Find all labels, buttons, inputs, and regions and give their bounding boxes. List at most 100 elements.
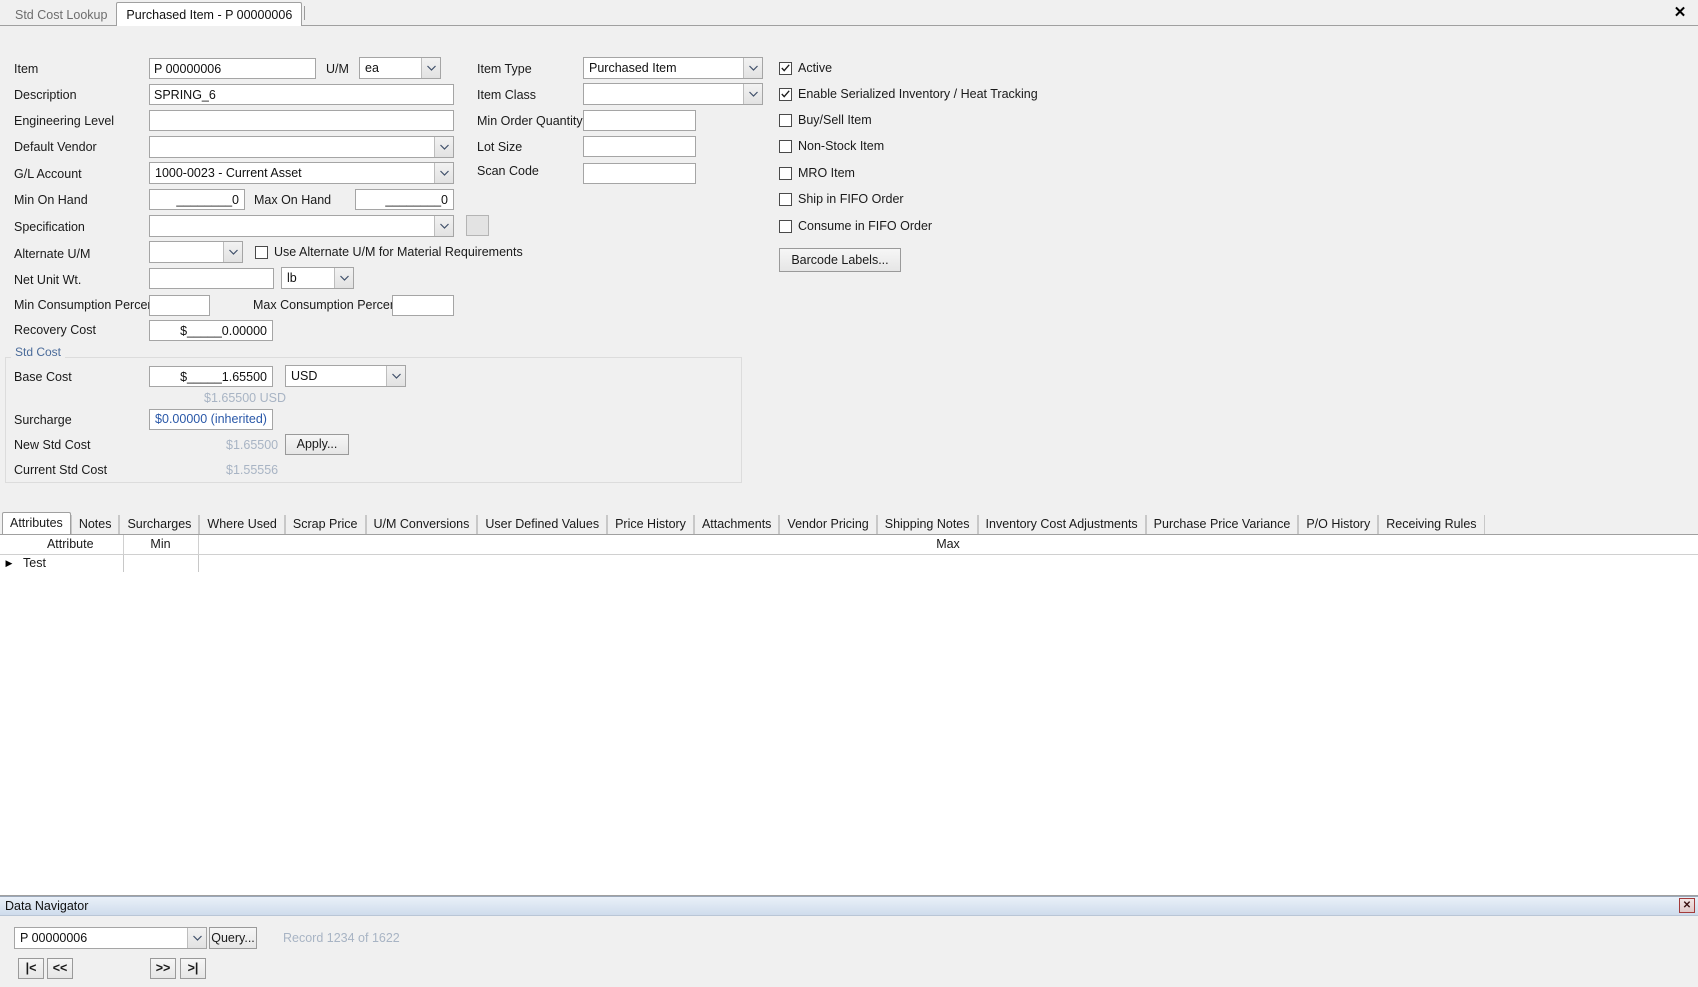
tab-price-history[interactable]: Price History: [607, 515, 694, 534]
max-on-hand-input[interactable]: [355, 189, 454, 210]
tab-where-used[interactable]: Where Used: [199, 515, 285, 534]
specification-lookup-button[interactable]: [466, 215, 489, 236]
previous-record-button[interactable]: <<: [47, 958, 73, 979]
checkbox-ship-in-fifo-order[interactable]: Ship in FIFO Order: [779, 192, 904, 206]
barcode-labels-button[interactable]: Barcode Labels...: [779, 248, 901, 272]
row-indicator-header: [0, 535, 18, 555]
tab-attributes[interactable]: Attributes: [2, 512, 71, 534]
tab-surcharges[interactable]: Surcharges: [119, 515, 200, 534]
item-input[interactable]: [149, 58, 316, 79]
item-type-combo[interactable]: Purchased Item: [583, 57, 763, 79]
checkbox-label: Enable Serialized Inventory / Heat Track…: [798, 87, 1038, 101]
um-combo[interactable]: ea: [359, 57, 441, 79]
close-icon[interactable]: ✕: [1679, 898, 1695, 913]
chevron-down-icon[interactable]: [187, 928, 206, 948]
tab-notes[interactable]: Notes: [70, 515, 120, 534]
application-window: Std Cost Lookup Purchased Item - P 00000…: [0, 0, 1698, 987]
item-class-combo[interactable]: [583, 83, 763, 105]
chevron-down-icon[interactable]: [421, 58, 440, 78]
base-cost-input[interactable]: [149, 366, 273, 387]
current-row-indicator-icon: ▶: [0, 554, 18, 572]
tab-scrap-price[interactable]: Scrap Price: [284, 515, 366, 534]
checkbox-enable-serialized-inventory[interactable]: Enable Serialized Inventory / Heat Track…: [779, 87, 1038, 101]
chevron-down-icon[interactable]: [223, 242, 242, 262]
um-combo-value: ea: [365, 61, 379, 75]
default-vendor-combo-value: [150, 137, 434, 157]
label-lot-size: Lot Size: [477, 140, 523, 154]
tab-po-history[interactable]: P/O History: [1298, 515, 1379, 534]
surcharge-input[interactable]: $0.00000 (inherited): [149, 409, 273, 430]
min-order-quantity-input[interactable]: [583, 110, 696, 131]
cell-max[interactable]: [198, 554, 1698, 572]
first-record-button[interactable]: |<: [18, 958, 44, 979]
column-header-max[interactable]: Max: [198, 535, 1698, 555]
tab-um-conversions[interactable]: U/M Conversions: [365, 515, 478, 534]
apply-button[interactable]: Apply...: [285, 434, 349, 455]
document-tab-purchased-item[interactable]: Purchased Item - P 00000006: [116, 2, 303, 27]
next-record-button[interactable]: >>: [150, 958, 176, 979]
checkbox-box: [779, 192, 792, 206]
detail-tab-strip: Attributes Notes Surcharges Where Used S…: [0, 512, 1698, 534]
attributes-grid[interactable]: Attribute Min Max ▶ Test: [0, 534, 1698, 896]
checkbox-box: [255, 245, 268, 259]
checkbox-label: Use Alternate U/M for Material Requireme…: [274, 245, 523, 259]
specification-combo[interactable]: [149, 215, 454, 237]
tab-shipping-notes[interactable]: Shipping Notes: [876, 515, 978, 534]
table-row[interactable]: ▶ Test: [0, 554, 1698, 572]
chevron-down-icon[interactable]: [334, 268, 353, 288]
max-consumption-percent-input[interactable]: [392, 295, 454, 316]
gl-account-combo[interactable]: 1000-0023 - Current Asset: [149, 162, 454, 184]
close-icon[interactable]: ✕: [1670, 3, 1690, 21]
recovery-cost-input[interactable]: [149, 320, 273, 341]
min-on-hand-input[interactable]: [149, 189, 245, 210]
tab-inventory-cost-adjustments[interactable]: Inventory Cost Adjustments: [977, 515, 1146, 534]
alternate-um-combo[interactable]: [149, 241, 243, 263]
chevron-down-icon[interactable]: [743, 58, 762, 78]
currency-combo[interactable]: USD: [285, 365, 406, 387]
net-unit-wt-uom-combo[interactable]: lb: [281, 267, 354, 289]
chevron-down-icon[interactable]: [743, 84, 762, 104]
last-record-button[interactable]: >|: [180, 958, 206, 979]
description-input[interactable]: [149, 84, 454, 105]
base-cost-converted-value: $1.65500 USD: [204, 391, 287, 405]
checkbox-consume-in-fifo-order[interactable]: Consume in FIFO Order: [779, 219, 932, 233]
document-tab-std-cost-lookup[interactable]: Std Cost Lookup: [6, 5, 116, 26]
label-alternate-um: Alternate U/M: [14, 247, 91, 261]
label-engineering-level: Engineering Level: [14, 114, 115, 128]
cell-attribute[interactable]: Test: [18, 554, 124, 572]
label-max-on-hand: Max On Hand: [254, 193, 332, 207]
min-consumption-percent-input[interactable]: [149, 295, 210, 316]
net-unit-wt-input[interactable]: [149, 268, 274, 289]
tab-receiving-rules[interactable]: Receiving Rules: [1378, 515, 1485, 534]
checkbox-buy-sell-item[interactable]: Buy/Sell Item: [779, 113, 872, 127]
column-header-min[interactable]: Min: [123, 535, 199, 555]
record-selector-value: P 00000006: [20, 931, 88, 945]
tab-attachments[interactable]: Attachments: [693, 515, 780, 534]
tab-vendor-pricing[interactable]: Vendor Pricing: [779, 515, 877, 534]
chevron-down-icon[interactable]: [434, 137, 453, 157]
chevron-down-icon[interactable]: [386, 366, 405, 386]
checkbox-mro-item[interactable]: MRO Item: [779, 166, 855, 180]
checkbox-box: [779, 139, 792, 153]
chevron-down-icon[interactable]: [434, 163, 453, 183]
checkbox-non-stock-item[interactable]: Non-Stock Item: [779, 139, 884, 153]
query-button[interactable]: Query...: [209, 927, 257, 949]
label-recovery-cost: Recovery Cost: [14, 323, 96, 337]
engineering-level-input[interactable]: [149, 110, 454, 131]
attributes-table: Attribute Min Max ▶ Test: [0, 535, 1698, 572]
label-new-std-cost: New Std Cost: [14, 438, 91, 452]
checkbox-use-alternate-um[interactable]: Use Alternate U/M for Material Requireme…: [255, 245, 523, 259]
cell-min[interactable]: [123, 554, 199, 572]
scan-code-input[interactable]: [583, 163, 696, 184]
std-cost-group-title: Std Cost: [11, 345, 66, 359]
new-std-cost-value: $1.65500: [226, 438, 279, 452]
tab-purchase-price-variance[interactable]: Purchase Price Variance: [1145, 515, 1299, 534]
record-selector-combo[interactable]: P 00000006: [14, 927, 207, 949]
default-vendor-combo[interactable]: [149, 136, 454, 158]
title-bar: Std Cost Lookup Purchased Item - P 00000…: [0, 0, 1698, 27]
checkbox-active[interactable]: Active: [779, 61, 832, 75]
column-header-attribute[interactable]: Attribute: [18, 535, 124, 555]
chevron-down-icon[interactable]: [434, 216, 453, 236]
tab-user-defined-values[interactable]: User Defined Values: [477, 515, 608, 534]
lot-size-input[interactable]: [583, 136, 696, 157]
